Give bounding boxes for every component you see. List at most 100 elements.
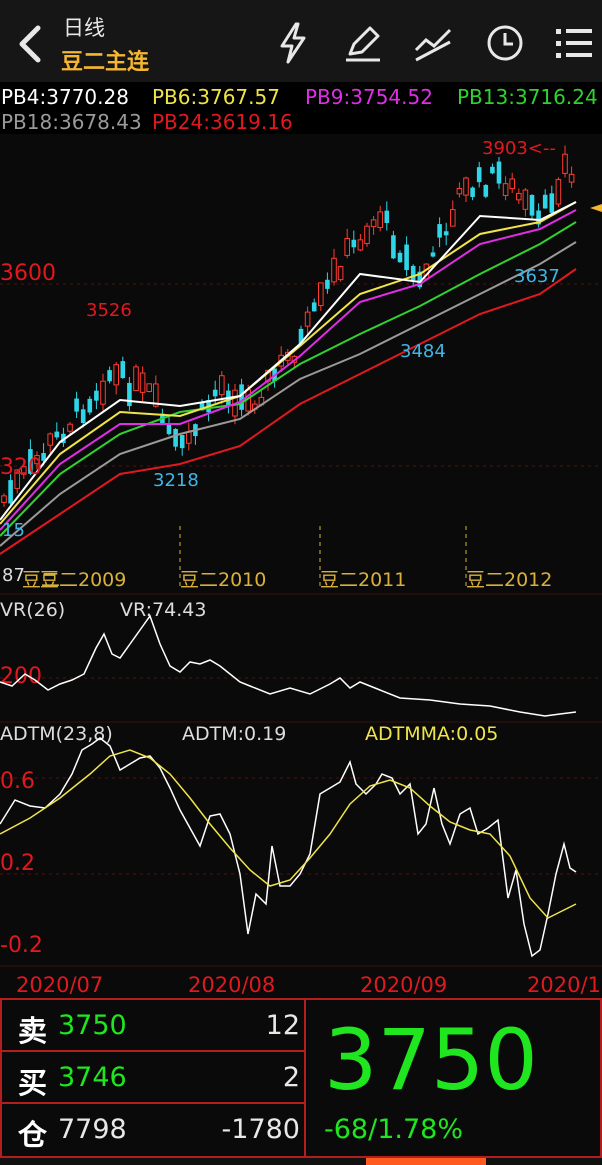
candle-body xyxy=(502,183,509,197)
ask-label: 卖 xyxy=(18,1014,48,1048)
open-interest: 7798 xyxy=(58,1114,127,1145)
ask-row[interactable]: 卖 3750 12 xyxy=(0,998,304,1052)
candle-body xyxy=(179,434,185,449)
candle-body xyxy=(139,372,146,393)
candle-body xyxy=(522,189,529,210)
bottom-tab-strip xyxy=(0,1158,602,1165)
candle-body xyxy=(127,382,132,407)
axis-label-320: 320 xyxy=(0,455,42,480)
candle-body xyxy=(357,239,364,251)
vr-value: VR:74.43 xyxy=(120,599,206,621)
price-change: -68/1.78% xyxy=(324,1114,463,1145)
candle-body xyxy=(490,166,495,174)
candle-body xyxy=(331,257,337,283)
clock-icon[interactable] xyxy=(482,20,528,66)
candle-body xyxy=(94,390,99,401)
candle-body xyxy=(133,366,139,392)
candle-body xyxy=(67,423,73,432)
pb6-value: PB6:3767.57 xyxy=(152,85,280,109)
candle-body xyxy=(351,239,357,248)
period-label[interactable]: 日线 xyxy=(63,12,105,42)
open-interest-row[interactable]: 仓 7798 -1780 xyxy=(0,1102,304,1158)
ma-values-row: PB4:3770.28 PB6:3767.57 PB9:3754.52 PB13… xyxy=(0,82,602,134)
candle-body xyxy=(404,244,409,271)
pb24-value: PB24:3619.16 xyxy=(152,110,293,134)
candle-body xyxy=(496,161,502,184)
candle-body xyxy=(549,193,555,213)
adtmma-line xyxy=(0,749,577,919)
date-label-2020-1: 2020/1 xyxy=(527,973,601,997)
chevron-left-icon[interactable] xyxy=(12,22,48,66)
candle-body xyxy=(568,173,575,183)
vr-axis-200: 200 xyxy=(0,664,42,689)
pen-icon[interactable] xyxy=(340,20,386,66)
lightning-icon[interactable] xyxy=(270,20,316,66)
pb18-value: PB18:3678.43 xyxy=(1,110,142,134)
candle-body xyxy=(370,219,377,228)
candle-body xyxy=(212,389,218,397)
candle-body xyxy=(555,179,562,205)
candle-body xyxy=(410,265,416,281)
bid-label: 买 xyxy=(18,1066,48,1100)
oi-label: 仓 xyxy=(18,1118,48,1152)
kline-chart-area[interactable]: 3600 320 15 87 3526 3218 3484 3637 3903<… xyxy=(0,134,602,998)
axis-label-15: 15 xyxy=(2,520,25,541)
adtm-axis-0.2: 0.2 xyxy=(0,851,35,876)
high-mark-3526: 3526 xyxy=(86,300,132,321)
vr-title: VR(26) xyxy=(0,599,65,621)
pb13-value: PB13:3716.24 xyxy=(457,85,598,109)
bid-row[interactable]: 买 3746 2 xyxy=(0,1050,304,1104)
candle-body xyxy=(337,266,344,281)
low-mark-3637: 3637 xyxy=(514,266,560,287)
vr-line xyxy=(0,614,577,717)
candle-body xyxy=(113,364,120,386)
candle-body xyxy=(476,167,482,183)
low-mark-3484: 3484 xyxy=(400,341,446,362)
candle-body xyxy=(219,375,225,396)
adtm-axis-0.6: 0.6 xyxy=(0,769,35,794)
candle-body xyxy=(74,398,79,412)
top-bar: 日线 豆二主连 xyxy=(0,0,602,82)
candle-body xyxy=(146,383,152,393)
axis-label-3600: 3600 xyxy=(0,261,56,286)
candle-body xyxy=(304,311,311,327)
candle-body xyxy=(100,380,106,405)
adtmma-value: ADTMMA:0.05 xyxy=(365,723,498,745)
contract-label-2010: 豆二2010 xyxy=(180,569,266,591)
pb4-value: PB4:3770.28 xyxy=(1,85,129,109)
ma-pb18-line xyxy=(0,241,577,547)
candle-body xyxy=(120,361,126,378)
candle-body xyxy=(186,431,192,444)
adtm-value: ADTM:0.19 xyxy=(182,723,286,745)
contract-name[interactable]: 豆二主连 xyxy=(61,44,149,76)
oi-change: -1780 xyxy=(221,1114,300,1145)
contract-label-2009: 豆二2009 xyxy=(40,569,126,591)
ma-pb9-line xyxy=(0,209,577,531)
candle-body xyxy=(437,224,442,238)
candlesticks xyxy=(1,145,575,508)
candle-body xyxy=(325,279,330,289)
candle-body xyxy=(397,252,403,263)
menu-list-icon[interactable] xyxy=(552,20,598,66)
candle-body xyxy=(87,398,93,413)
current-price-marker xyxy=(590,204,602,212)
ask-volume: 12 xyxy=(265,1010,300,1041)
candle-body xyxy=(470,187,475,197)
date-label-2020-07: 2020/07 xyxy=(16,973,103,997)
candle-body xyxy=(8,480,13,504)
bid-price: 3746 xyxy=(58,1062,127,1093)
candle-body xyxy=(166,423,172,435)
candle-body xyxy=(562,153,568,174)
adtm-axis-neg0.2: -0.2 xyxy=(0,933,43,958)
date-label-2020-09: 2020/09 xyxy=(360,973,447,997)
draw-line-icon[interactable] xyxy=(410,20,456,66)
quote-panel: 卖 3750 12 买 3746 2 仓 7798 -1780 3750 -68… xyxy=(0,998,602,1158)
last-price-panel[interactable]: 3750 -68/1.78% xyxy=(304,998,602,1158)
high-mark-3903: 3903<-- xyxy=(482,138,556,159)
ask-price: 3750 xyxy=(58,1010,127,1041)
candle-body xyxy=(239,384,244,410)
candle-body xyxy=(483,184,489,197)
bid-volume: 2 xyxy=(282,1062,300,1093)
candle-body xyxy=(318,282,324,307)
candle-body xyxy=(450,209,456,227)
